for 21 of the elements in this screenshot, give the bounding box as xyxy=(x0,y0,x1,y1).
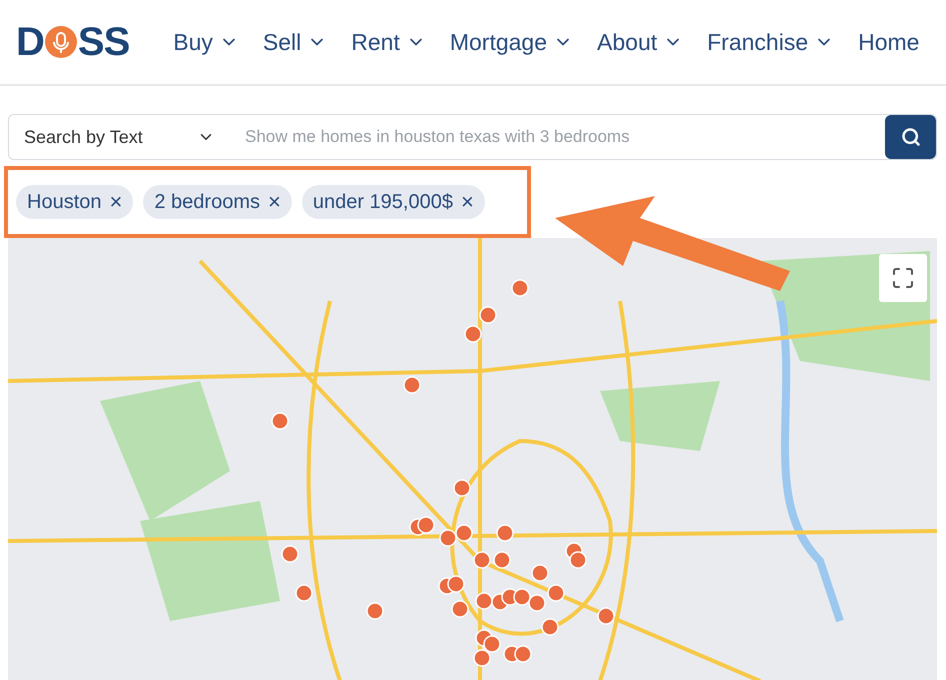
remove-filter-button[interactable]: × xyxy=(460,189,474,215)
logo-letters: SS xyxy=(78,20,130,64)
nav-link[interactable]: Rent xyxy=(351,28,426,56)
filter-label: Houston xyxy=(27,190,102,214)
fullscreen-icon xyxy=(891,266,915,290)
filter-label: under 195,000$ xyxy=(312,190,453,214)
remove-filter-button[interactable]: × xyxy=(268,189,281,215)
nav-link[interactable]: Home xyxy=(858,28,920,56)
microphone-logo-icon xyxy=(44,25,78,59)
filter-label: 2 bedrooms xyxy=(154,190,260,214)
nav-link[interactable]: Sell xyxy=(262,28,328,56)
search-field[interactable]: Search by Text Show me homes in houston texas with 3 bedrooms xyxy=(8,114,937,160)
search-button[interactable] xyxy=(885,115,936,159)
remove-filter-button[interactable]: × xyxy=(110,189,122,215)
nav-link[interactable]: Buy xyxy=(173,28,239,56)
nav-link[interactable]: Franchise xyxy=(707,28,834,56)
search-icon xyxy=(900,127,920,147)
nav-link[interactable]: Mortgage xyxy=(450,28,574,56)
nav-link[interactable]: About xyxy=(597,28,684,56)
fullscreen-button[interactable] xyxy=(879,254,927,302)
logo-letter: D xyxy=(16,20,44,64)
